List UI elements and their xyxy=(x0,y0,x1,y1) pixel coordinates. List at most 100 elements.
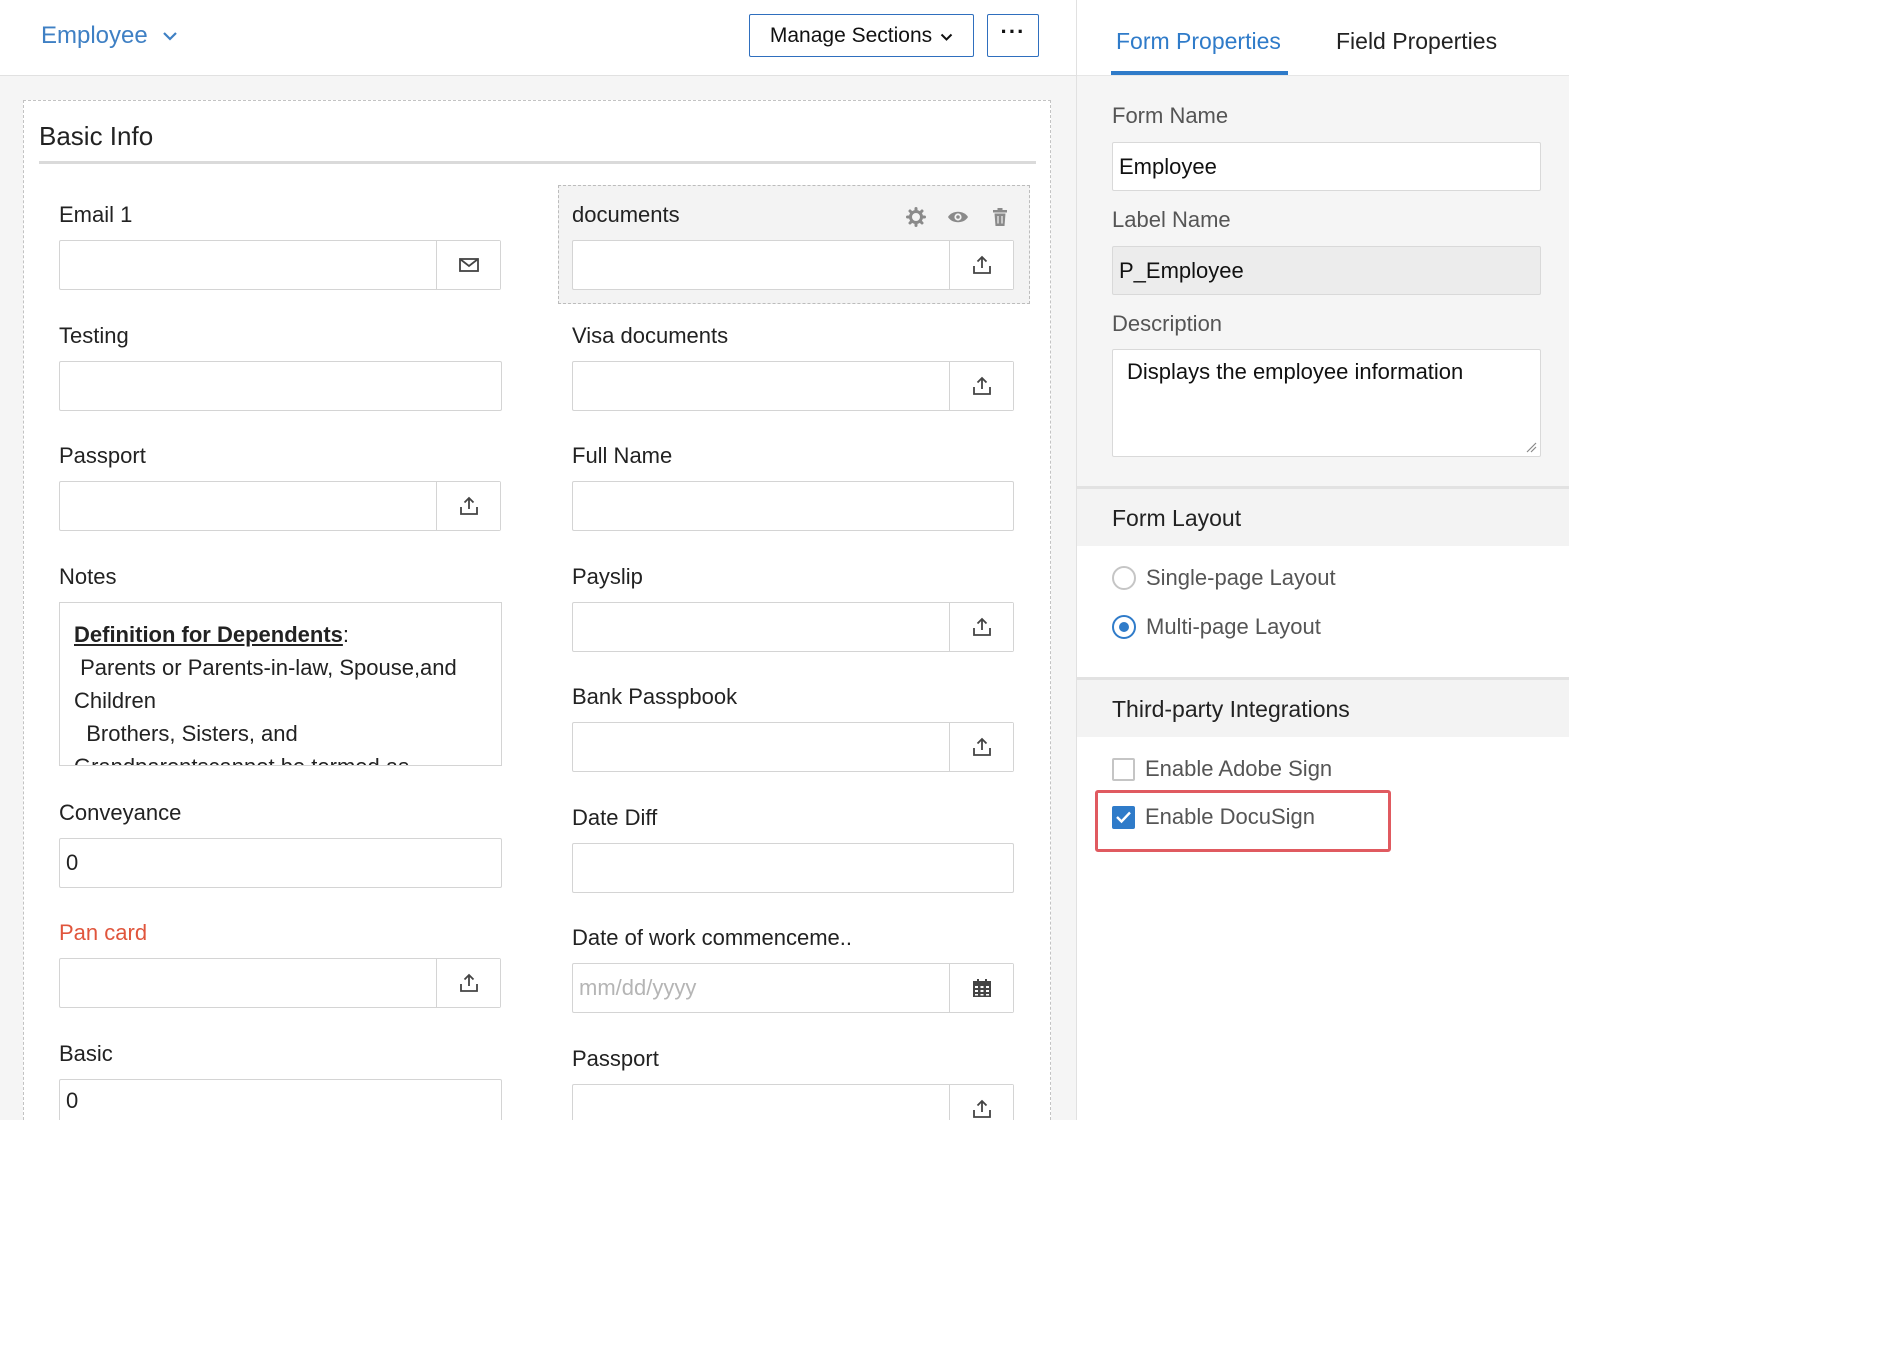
form-selector-dropdown[interactable]: Employee xyxy=(41,22,178,50)
field-full-name: Full Name xyxy=(572,443,1014,533)
chevron-down-icon xyxy=(940,33,953,41)
passport-2-upload-input[interactable] xyxy=(572,1084,1014,1120)
upload-icon[interactable] xyxy=(949,362,1013,410)
calendar-icon[interactable] xyxy=(949,964,1013,1012)
multi-page-layout-option[interactable]: Multi-page Layout xyxy=(1112,614,1321,640)
form-name-field[interactable]: Employee xyxy=(1112,142,1541,191)
field-label: Date Diff xyxy=(572,805,658,830)
form-layout-heading: Form Layout xyxy=(1112,505,1242,531)
integrations-heading: Third-party Integrations xyxy=(1112,696,1350,722)
enable-docusign-option[interactable]: Enable DocuSign xyxy=(1112,804,1315,830)
field-label: Email 1 xyxy=(59,202,133,227)
upload-icon[interactable] xyxy=(436,959,500,1007)
form-layout-header: Form Layout xyxy=(1077,486,1569,546)
field-label: Full Name xyxy=(572,443,673,468)
mail-icon xyxy=(436,241,500,289)
upload-icon[interactable] xyxy=(949,603,1013,651)
conveyance-input[interactable]: 0 xyxy=(59,838,502,888)
field-label: Bank Passpbook xyxy=(572,684,738,709)
field-basic: Basic 0 xyxy=(59,1041,502,1120)
multi-page-layout-label: Multi-page Layout xyxy=(1146,614,1321,639)
upload-icon[interactable] xyxy=(949,723,1013,771)
builder-toolbar: Employee Manage Sections ··· xyxy=(0,0,1076,76)
integrations-header: Third-party Integrations xyxy=(1077,677,1569,737)
field-passport-2: Passport xyxy=(572,1046,1014,1120)
upload-icon[interactable] xyxy=(949,1085,1013,1120)
enable-docusign-label: Enable DocuSign xyxy=(1145,804,1316,829)
field-label: Payslip xyxy=(572,564,643,589)
label-name-value: P_Employee xyxy=(1119,257,1244,283)
field-notes: Notes Definition for Dependents: Parents… xyxy=(59,564,502,768)
notes-line: Parents or Parents-in-law, Spouse,and xyxy=(74,655,457,680)
form-builder-canvas: Employee Manage Sections ··· Basic Info … xyxy=(0,0,1076,1120)
field-label: Basic xyxy=(59,1041,113,1066)
date-of-work-commencement-input[interactable]: mm/dd/yyyy xyxy=(572,963,1014,1013)
upload-icon[interactable] xyxy=(949,241,1013,289)
field-label: Notes xyxy=(59,564,117,589)
conveyance-value: 0 xyxy=(66,850,79,875)
field-passport: Passport xyxy=(59,443,501,533)
visa-documents-upload-input[interactable] xyxy=(572,361,1014,411)
testing-input[interactable] xyxy=(59,361,502,411)
documents-upload-input[interactable] xyxy=(572,240,1014,290)
field-label: documents xyxy=(572,202,680,227)
email-input[interactable] xyxy=(59,240,501,290)
field-documents: documents xyxy=(572,202,1014,292)
description-label: Description xyxy=(1112,311,1223,336)
notes-definition-heading: Definition for Dependents xyxy=(74,622,343,647)
form-name-value: Employee xyxy=(1119,153,1217,179)
enable-adobe-sign-label: Enable Adobe Sign xyxy=(1145,756,1333,781)
field-email-1: Email 1 xyxy=(59,202,501,292)
field-testing: Testing xyxy=(59,323,502,413)
checkmark-icon xyxy=(1116,811,1131,823)
single-page-layout-option[interactable]: Single-page Layout xyxy=(1112,565,1336,591)
field-pan-card: Pan card xyxy=(59,920,501,1010)
notes-line: Grandparentscannot be termed as xyxy=(74,750,487,765)
pan-card-upload-input[interactable] xyxy=(59,958,501,1008)
notes-line: Children xyxy=(74,688,156,713)
manage-sections-button[interactable]: Manage Sections xyxy=(749,14,974,57)
passport-upload-input[interactable] xyxy=(59,481,501,531)
properties-panel: Form Properties Field Properties Form Na… xyxy=(1076,0,1569,1120)
field-label: Date of work commenceme.. xyxy=(572,925,852,950)
payslip-upload-input[interactable] xyxy=(572,602,1014,652)
tab-form-properties[interactable]: Form Properties xyxy=(1116,28,1281,55)
field-label-mandatory: Pan card xyxy=(59,920,148,945)
bank-passbook-upload-input[interactable] xyxy=(572,722,1014,772)
chevron-down-icon xyxy=(162,32,177,41)
section-title: Basic Info xyxy=(39,121,154,151)
field-label: Testing xyxy=(59,323,129,348)
form-name-label: Form Name xyxy=(1112,103,1229,128)
field-label: Passport xyxy=(572,1046,659,1071)
field-label: Visa documents xyxy=(572,323,729,348)
field-date-of-work-commencement: Date of work commenceme.. mm/dd/yyyy xyxy=(572,925,1014,1015)
field-payslip: Payslip xyxy=(572,564,1014,654)
description-value: Displays the employee information xyxy=(1127,359,1464,384)
form-properties-section: Form Name Employee Label Name P_Employee… xyxy=(1077,76,1569,486)
checkbox-unchecked[interactable] xyxy=(1112,757,1135,781)
more-options-button[interactable]: ··· xyxy=(987,14,1039,57)
label-name-label: Label Name xyxy=(1112,207,1231,232)
label-name-field: P_Employee xyxy=(1112,246,1541,295)
field-bank-passbook: Bank Passpbook xyxy=(572,684,1014,774)
date-diff-input[interactable] xyxy=(572,843,1014,893)
section-divider xyxy=(39,161,1036,164)
basic-input[interactable]: 0 xyxy=(59,1079,502,1120)
upload-icon[interactable] xyxy=(436,482,500,530)
field-label: Passport xyxy=(59,443,146,468)
radio-selected[interactable] xyxy=(1112,615,1136,639)
description-textarea[interactable]: Displays the employee information xyxy=(1112,349,1541,457)
tab-field-properties[interactable]: Field Properties xyxy=(1336,28,1497,55)
notes-rich-text[interactable]: Definition for Dependents: Parents or Pa… xyxy=(59,602,502,766)
basic-value: 0 xyxy=(66,1088,79,1113)
single-page-layout-label: Single-page Layout xyxy=(1146,565,1336,590)
form-selector-label: Employee xyxy=(41,22,148,49)
checkbox-checked[interactable] xyxy=(1112,805,1135,829)
full-name-input[interactable] xyxy=(572,481,1014,531)
field-label: Conveyance xyxy=(59,800,182,825)
enable-adobe-sign-option[interactable]: Enable Adobe Sign xyxy=(1112,756,1332,782)
notes-line: Brothers, Sisters, and xyxy=(74,721,298,746)
radio-unselected[interactable] xyxy=(1112,566,1136,590)
resize-handle-icon[interactable] xyxy=(1526,442,1537,453)
manage-sections-label: Manage Sections xyxy=(769,23,933,47)
